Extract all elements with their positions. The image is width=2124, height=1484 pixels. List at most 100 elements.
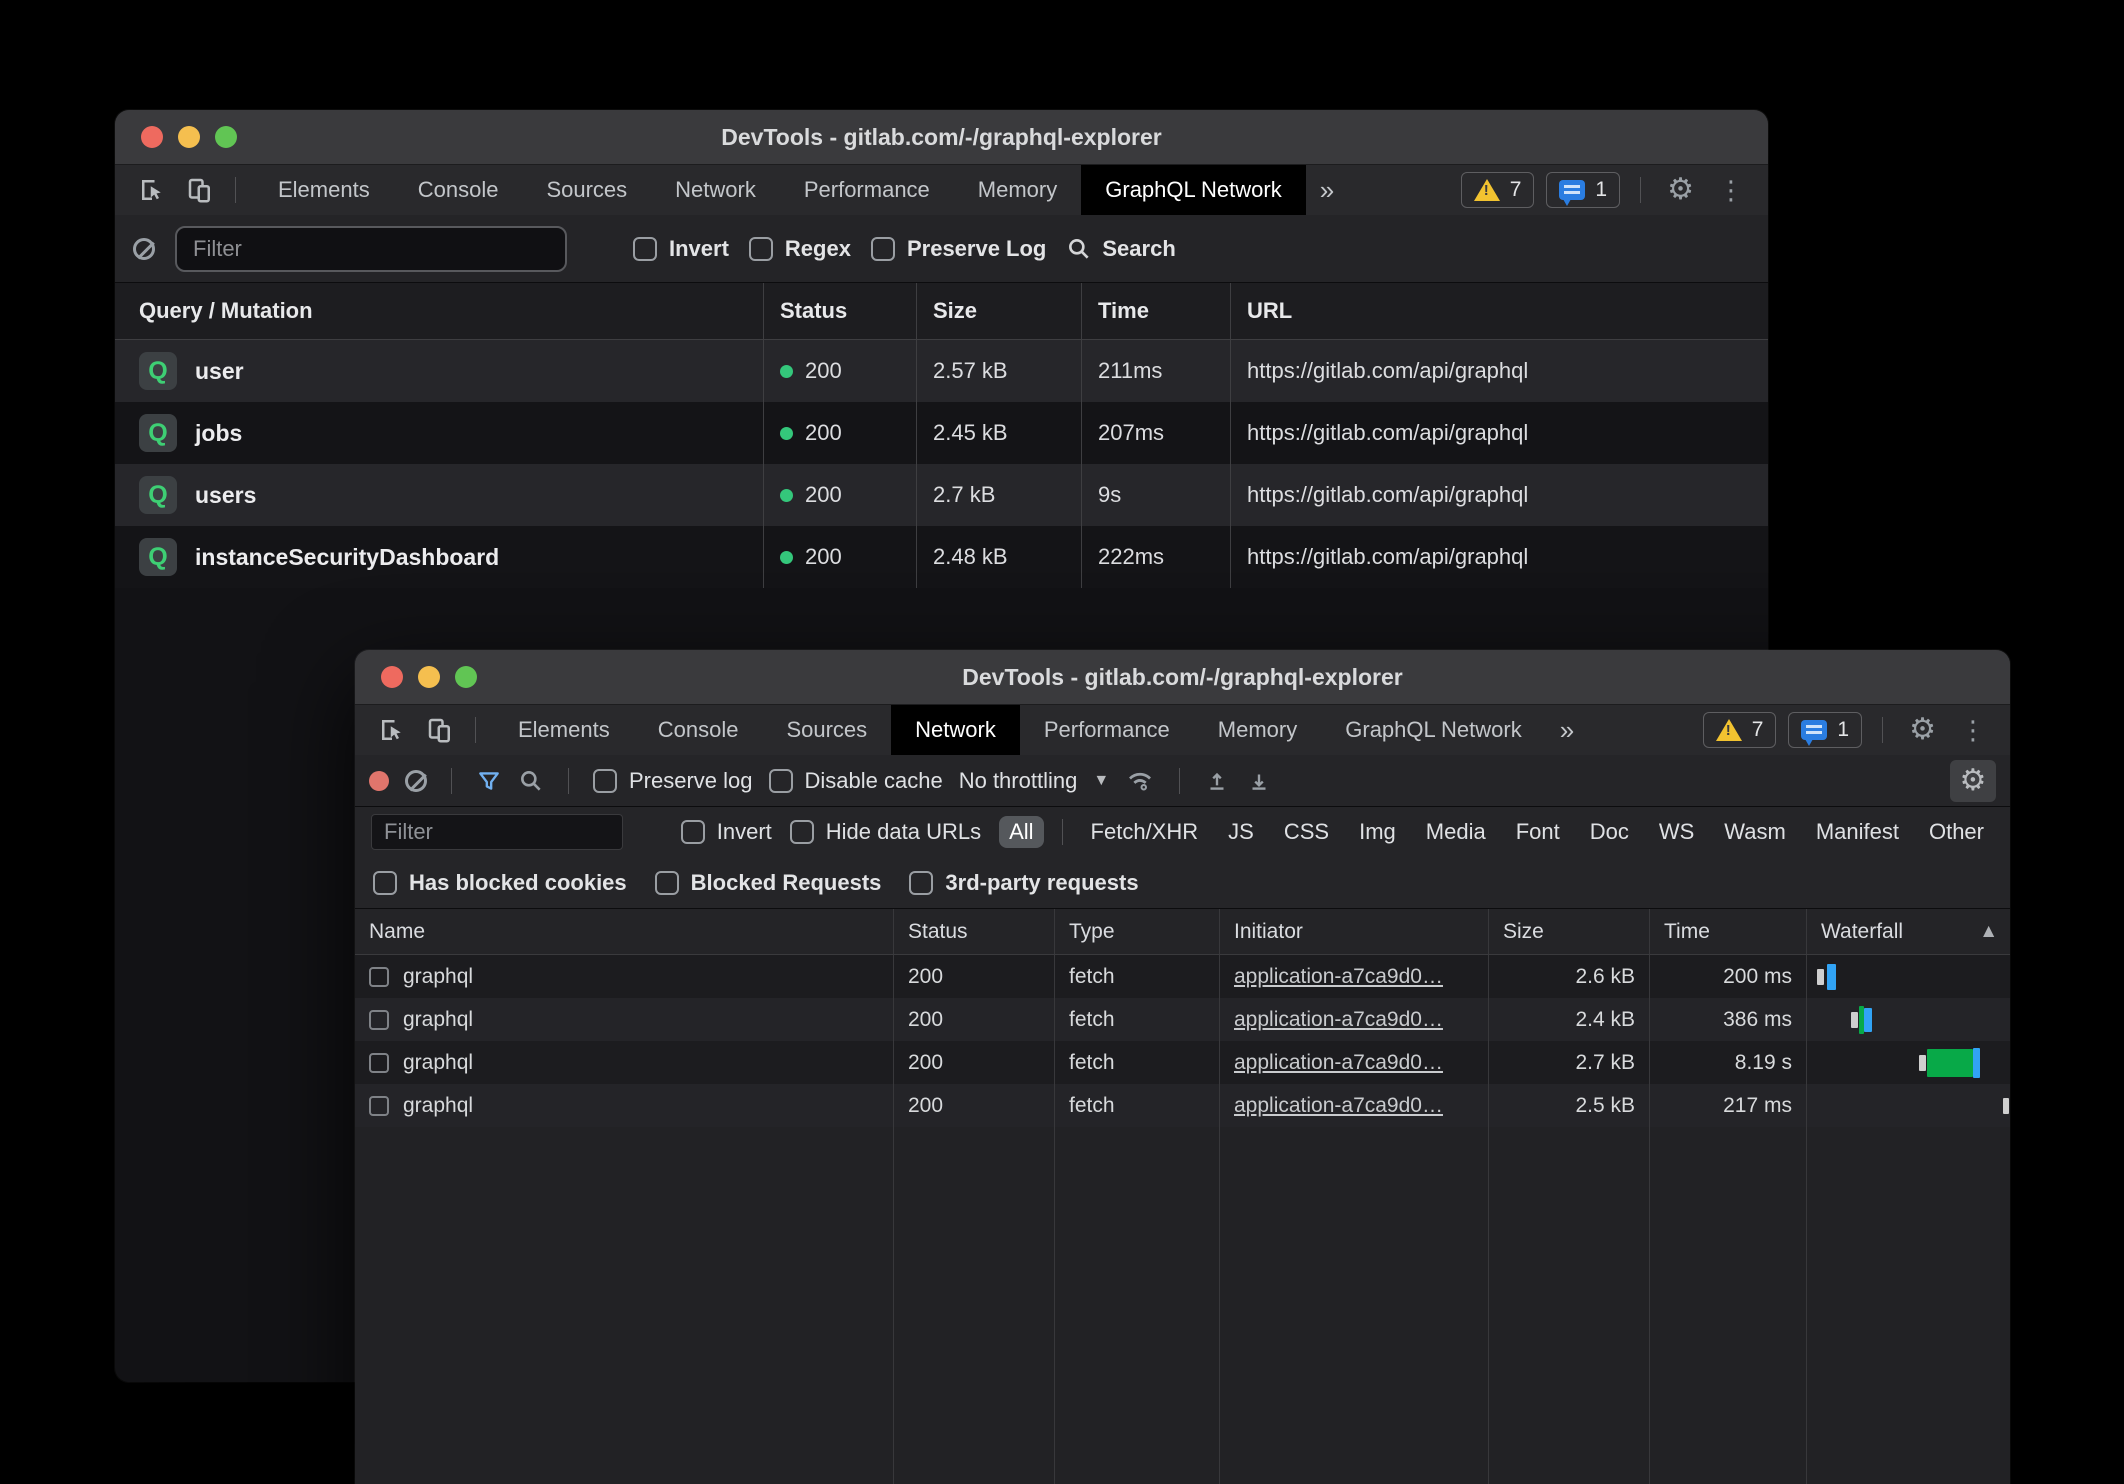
network-settings-button[interactable]: ⚙ [1950,760,1996,802]
column-header-size[interactable]: Size [1488,909,1649,954]
blocked-requests-checkbox[interactable] [655,871,679,895]
inspect-element-icon[interactable] [371,710,413,750]
invert-checkbox-group[interactable]: Invert [633,236,729,262]
column-header-size[interactable]: Size [916,283,1081,339]
disable-cache-checkbox-group[interactable]: Disable cache [769,768,943,794]
tab-performance[interactable]: Performance [780,165,954,215]
filter-funnel-icon[interactable] [476,768,502,794]
type-filter-img[interactable]: Img [1349,816,1406,848]
zoom-button[interactable] [455,666,477,688]
device-toolbar-icon[interactable] [419,710,461,750]
warnings-badge[interactable]: 7 [1461,172,1535,208]
tab-console[interactable]: Console [394,165,523,215]
warnings-badge[interactable]: 7 [1703,712,1777,748]
column-header-time[interactable]: Time [1649,909,1806,954]
record-icon[interactable] [369,771,389,791]
tab-performance[interactable]: Performance [1020,705,1194,755]
tab-memory[interactable]: Memory [1194,705,1321,755]
type-filter-media[interactable]: Media [1416,816,1496,848]
column-header-status[interactable]: Status [893,909,1054,954]
row-checkbox[interactable] [369,967,389,987]
table-row[interactable]: Qusers 200 2.7 kB 9s https://gitlab.com/… [115,464,1768,526]
settings-gear-icon[interactable]: ⚙ [1903,715,1942,745]
type-filter-css[interactable]: CSS [1274,816,1339,848]
type-filter-manifest[interactable]: Manifest [1806,816,1909,848]
export-har-icon[interactable] [1246,768,1272,794]
regex-checkbox-group[interactable]: Regex [749,236,851,262]
row-checkbox[interactable] [369,1096,389,1116]
third-party-checkbox-group[interactable]: 3rd-party requests [909,870,1138,896]
issues-badge[interactable]: 1 [1788,712,1862,748]
throttling-select[interactable]: No throttling ▼ [959,768,1109,794]
initiator-link[interactable]: application-a7ca9d0… [1234,965,1443,989]
import-har-icon[interactable] [1204,768,1230,794]
minimize-button[interactable] [418,666,440,688]
search-button[interactable]: Search [1066,236,1175,262]
type-filter-fetch-xhr[interactable]: Fetch/XHR [1081,816,1209,848]
tab-graphql-network[interactable]: GraphQL Network [1081,165,1305,215]
type-filter-other[interactable]: Other [1919,816,1994,848]
column-header-time[interactable]: Time [1081,283,1230,339]
zoom-button[interactable] [215,126,237,148]
initiator-link[interactable]: application-a7ca9d0… [1234,1051,1443,1075]
type-filter-doc[interactable]: Doc [1580,816,1639,848]
minimize-button[interactable] [178,126,200,148]
settings-gear-icon[interactable]: ⚙ [1661,175,1700,205]
kebab-menu-icon[interactable]: ⋮ [1954,717,1992,743]
regex-checkbox[interactable] [749,237,773,261]
column-header-url[interactable]: URL [1230,283,1768,339]
inspect-element-icon[interactable] [131,170,173,210]
hide-data-urls-checkbox[interactable] [790,820,814,844]
table-row[interactable]: graphql 200 fetch application-a7ca9d0… 2… [355,1041,2010,1084]
blocked-cookies-checkbox-group[interactable]: Has blocked cookies [373,870,627,896]
filter-input[interactable] [175,226,567,272]
preserve-log-checkbox-group[interactable]: Preserve Log [871,236,1046,262]
column-header-type[interactable]: Type [1054,909,1219,954]
invert-checkbox[interactable] [681,820,705,844]
initiator-link[interactable]: application-a7ca9d0… [1234,1094,1443,1118]
more-tabs-icon[interactable]: » [1546,705,1588,755]
type-filter-all[interactable]: All [999,816,1043,848]
type-filter-font[interactable]: Font [1506,816,1570,848]
type-filter-wasm[interactable]: Wasm [1714,816,1796,848]
kebab-menu-icon[interactable]: ⋮ [1712,177,1750,203]
hide-data-urls-checkbox-group[interactable]: Hide data URLs [790,819,981,845]
third-party-checkbox[interactable] [909,871,933,895]
tab-elements[interactable]: Elements [494,705,634,755]
tab-graphql-network[interactable]: GraphQL Network [1321,705,1545,755]
table-row[interactable]: graphql 200 fetch application-a7ca9d0… 2… [355,1084,2010,1127]
tab-sources[interactable]: Sources [762,705,891,755]
titlebar[interactable]: DevTools - gitlab.com/-/graphql-explorer [355,650,2010,705]
blocked-requests-checkbox-group[interactable]: Blocked Requests [655,870,882,896]
column-header-status[interactable]: Status [763,283,916,339]
close-button[interactable] [141,126,163,148]
table-row[interactable]: graphql 200 fetch application-a7ca9d0… 2… [355,998,2010,1041]
initiator-link[interactable]: application-a7ca9d0… [1234,1008,1443,1032]
column-header-waterfall[interactable]: Waterfall ▲ [1806,909,2010,954]
table-row[interactable]: Qjobs 200 2.45 kB 207ms https://gitlab.c… [115,402,1768,464]
preserve-log-checkbox[interactable] [871,237,895,261]
type-filter-js[interactable]: JS [1218,816,1264,848]
clear-icon[interactable] [405,770,427,792]
invert-checkbox-group[interactable]: Invert [681,819,772,845]
row-checkbox[interactable] [369,1053,389,1073]
column-header-query-mutation[interactable]: Query / Mutation [115,283,763,339]
table-row[interactable]: QinstanceSecurityDashboard 200 2.48 kB 2… [115,526,1768,588]
tab-network[interactable]: Network [891,705,1020,755]
tab-console[interactable]: Console [634,705,763,755]
close-button[interactable] [381,666,403,688]
tab-network[interactable]: Network [651,165,780,215]
more-tabs-icon[interactable]: » [1306,165,1348,215]
tab-sources[interactable]: Sources [522,165,651,215]
tab-elements[interactable]: Elements [254,165,394,215]
preserve-log-checkbox[interactable] [593,769,617,793]
type-filter-ws[interactable]: WS [1649,816,1704,848]
disable-cache-checkbox[interactable] [769,769,793,793]
blocked-cookies-checkbox[interactable] [373,871,397,895]
preserve-log-checkbox-group[interactable]: Preserve log [593,768,753,794]
search-icon[interactable] [518,768,544,794]
issues-badge[interactable]: 1 [1546,172,1620,208]
filter-input[interactable] [371,814,623,850]
row-checkbox[interactable] [369,1010,389,1030]
table-row[interactable]: Quser 200 2.57 kB 211ms https://gitlab.c… [115,340,1768,402]
